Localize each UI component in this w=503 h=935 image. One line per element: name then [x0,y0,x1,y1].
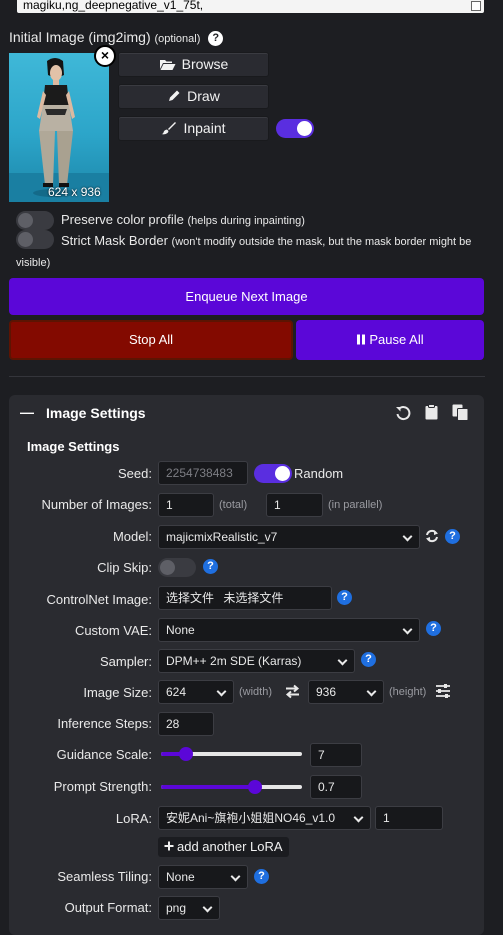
section-divider [9,376,485,377]
toggle-knob [160,560,175,575]
sampler-label: Sampler: [99,654,152,669]
browse-button[interactable]: Browse [118,52,269,77]
add-lora-label: add another LoRA [177,839,283,854]
refresh-icon[interactable] [425,529,439,543]
folder-open-icon [159,60,176,70]
initial-image-label: Initial Image (img2img) (optional) ? [9,29,224,46]
total-note: (total) [219,499,248,511]
pause-all-button[interactable]: Pause All [296,320,484,360]
output-format-label: Output Format: [64,900,152,915]
tiling-select[interactable]: None [158,865,248,889]
sampler-select[interactable]: DPM++ 2m SDE (Karras) [158,649,355,673]
guidance-input[interactable]: 7 [310,743,362,767]
num-images-total-input[interactable]: 1 [158,493,214,517]
remove-image-close-icon[interactable]: × [94,45,116,67]
steps-label: Inference Steps: [57,716,152,731]
image-size-label: Image Size: [83,685,152,700]
stop-all-button[interactable]: Stop All [9,320,293,360]
lora-label: LoRA: [115,811,152,826]
num-images-parallel-input[interactable]: 1 [266,493,323,517]
tiling-label: Seamless Tiling: [57,869,152,884]
reset-icon[interactable] [395,405,411,421]
swap-icon[interactable] [285,684,300,699]
panel-subtitle: Image Settings [27,439,120,454]
prompt-text: magiku,ng_deepnegative_v1_75t, [23,0,204,12]
controlnet-label: ControlNet Image: [46,592,153,607]
paintbrush-icon [161,122,177,135]
height-select[interactable]: 936 [308,680,384,704]
pause-icon [357,334,366,345]
preserve-color-option: Preserve color profile (helps during inp… [61,212,305,227]
inpaint-button[interactable]: Inpaint [118,116,269,141]
model-label: Model: [112,529,152,544]
inpaint-toggle[interactable] [276,119,314,138]
num-images-label: Number of Images: [41,497,152,512]
initial-image-thumbnail [9,53,109,202]
inpaint-label: Inpaint [183,120,226,136]
guidance-label: Guidance Scale: [56,747,152,762]
browse-label: Browse [181,56,229,72]
help-icon[interactable]: ? [208,31,224,46]
collapse-icon[interactable]: — [20,404,34,420]
prompt-textarea[interactable]: magiku,ng_deepnegative_v1_75t, [17,0,484,13]
controlnet-help-icon[interactable]: ? [337,590,352,605]
seed-input[interactable]: 2254738483 [158,461,248,485]
draw-button[interactable]: Draw [118,84,269,109]
width-note: (width) [239,686,273,698]
slider-fill [161,785,256,789]
choose-file-button[interactable]: 选择文件 [166,591,214,605]
random-seed-toggle[interactable] [254,464,292,483]
strict-mask-option: Strict Mask Border (won't modify outside… [16,231,488,273]
toggle-knob [297,121,312,136]
person-image [9,58,109,202]
initial-image-title: Initial Image (img2img) [9,29,151,45]
copy-icon[interactable] [452,404,469,421]
height-note: (height) [389,686,427,698]
clip-skip-label: Clip Skip: [97,560,152,575]
toggle-knob [18,213,33,228]
clip-skip-help-icon[interactable]: ? [203,559,218,574]
prompt-strength-slider[interactable] [161,780,302,794]
sampler-help-icon[interactable]: ? [361,652,376,667]
controlnet-file-input[interactable]: 选择文件 未选择文件 [158,586,332,610]
output-format-select[interactable]: png [158,896,220,920]
clipboard-icon[interactable] [425,404,438,420]
guidance-slider[interactable] [161,747,302,761]
steps-input[interactable]: 28 [158,712,214,736]
vae-select[interactable]: None [158,618,420,642]
vae-help-icon[interactable]: ? [426,621,441,636]
draw-label: Draw [187,88,220,104]
random-label: Random [294,466,344,481]
optional-note: (optional) [154,33,201,45]
preserve-color-label: Preserve color profile [61,212,184,227]
clip-skip-toggle[interactable] [158,558,196,577]
image-size-caption: 624 x 936 [48,185,101,199]
preserve-color-toggle[interactable] [16,211,54,230]
plus-icon [164,841,174,851]
preserve-color-note: (helps during inpainting) [187,215,305,227]
prompt-strength-input[interactable]: 0.7 [310,775,362,799]
model-help-icon[interactable]: ? [445,529,460,544]
lora-select[interactable]: 安妮Ani~旗袍小姐姐NO46_v1.0 [158,806,371,830]
pause-all-label: Pause All [369,332,424,347]
lora-weight-input[interactable]: 1 [375,806,443,830]
resize-grip-icon[interactable] [471,1,481,11]
prompt-strength-label: Prompt Strength: [53,779,152,794]
parallel-note: (in parallel) [328,499,383,511]
toggle-knob [275,466,290,481]
pencil-icon [169,90,180,101]
enqueue-button[interactable]: Enqueue Next Image [9,278,484,315]
model-select[interactable]: majicmixRealistic_v7 [158,525,420,549]
tiling-help-icon[interactable]: ? [254,869,269,884]
strict-mask-label: Strict Mask Border [61,233,168,248]
width-select[interactable]: 624 [158,680,234,704]
sliders-icon[interactable] [435,683,451,699]
seed-label: Seed: [118,466,152,481]
add-lora-button[interactable]: add another LoRA [158,837,289,857]
no-file-text: 未选择文件 [223,591,284,605]
vae-label: Custom VAE: [74,623,152,638]
panel-title[interactable]: Image Settings [46,405,146,421]
